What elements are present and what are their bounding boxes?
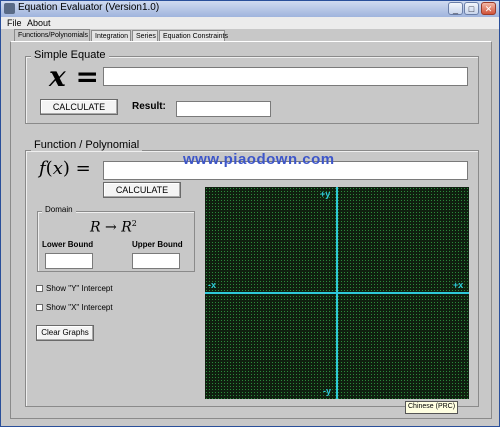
show-y-intercept-label: Show "Y" Intercept — [46, 284, 113, 293]
lower-bound-label: Lower Bound — [42, 240, 94, 249]
app-icon — [4, 3, 15, 14]
lower-bound-input[interactable] — [45, 253, 93, 269]
show-x-intercept-checkbox[interactable] — [36, 304, 43, 311]
tab-series[interactable]: Series — [132, 30, 158, 41]
show-y-intercept-checkbox[interactable] — [36, 285, 43, 292]
result-label: Result: — [132, 101, 166, 112]
clear-graphs-button[interactable]: Clear Graphs — [36, 325, 94, 341]
maximize-button[interactable]: □ — [464, 2, 479, 15]
x-equals-symbol: x = — [49, 60, 99, 93]
domain-title: Domain — [42, 205, 76, 214]
upper-bound-label: Upper Bound — [132, 240, 183, 249]
simple-calculate-button[interactable]: CALCULATE — [40, 99, 118, 115]
simple-equation-input[interactable] — [103, 67, 468, 86]
minus-y-label: -y — [323, 386, 332, 396]
function-calculate-button[interactable]: CALCULATE — [103, 182, 181, 198]
function-polynomial-title: Function / Polynomial — [31, 139, 143, 151]
show-x-intercept-label: Show "X" Intercept — [46, 303, 113, 312]
language-tooltip: Chinese (PRC) — [405, 401, 459, 414]
fx-equals-symbol: f(x) = — [39, 158, 91, 179]
graph-plot-area[interactable]: +y -y -x +x — [205, 187, 469, 399]
plus-y-label: +y — [320, 189, 331, 199]
title-bar[interactable]: Equation Evaluator (Version1.0) _ □ ✕ — [1, 1, 499, 18]
plus-x-label: +x — [453, 280, 464, 290]
upper-bound-input[interactable] — [132, 253, 180, 269]
minus-x-label: -x — [208, 280, 217, 290]
window-title: Equation Evaluator (Version1.0) — [18, 2, 160, 13]
tab-equation-constraints[interactable]: Equation Constraints — [159, 30, 228, 41]
x-axis — [205, 292, 469, 294]
menu-bar: File About — [1, 17, 499, 29]
menu-about[interactable]: About — [27, 17, 51, 29]
app-window: Equation Evaluator (Version1.0) _ □ ✕ Fi… — [0, 0, 500, 427]
domain-mapping: R → R2 — [90, 219, 137, 236]
menu-file[interactable]: File — [7, 17, 22, 29]
close-button[interactable]: ✕ — [481, 2, 496, 15]
result-field — [176, 101, 271, 117]
tab-integration[interactable]: Integration — [91, 30, 131, 41]
watermark-text: www.piaodown.com — [183, 151, 335, 168]
minimize-button[interactable]: _ — [448, 2, 463, 15]
